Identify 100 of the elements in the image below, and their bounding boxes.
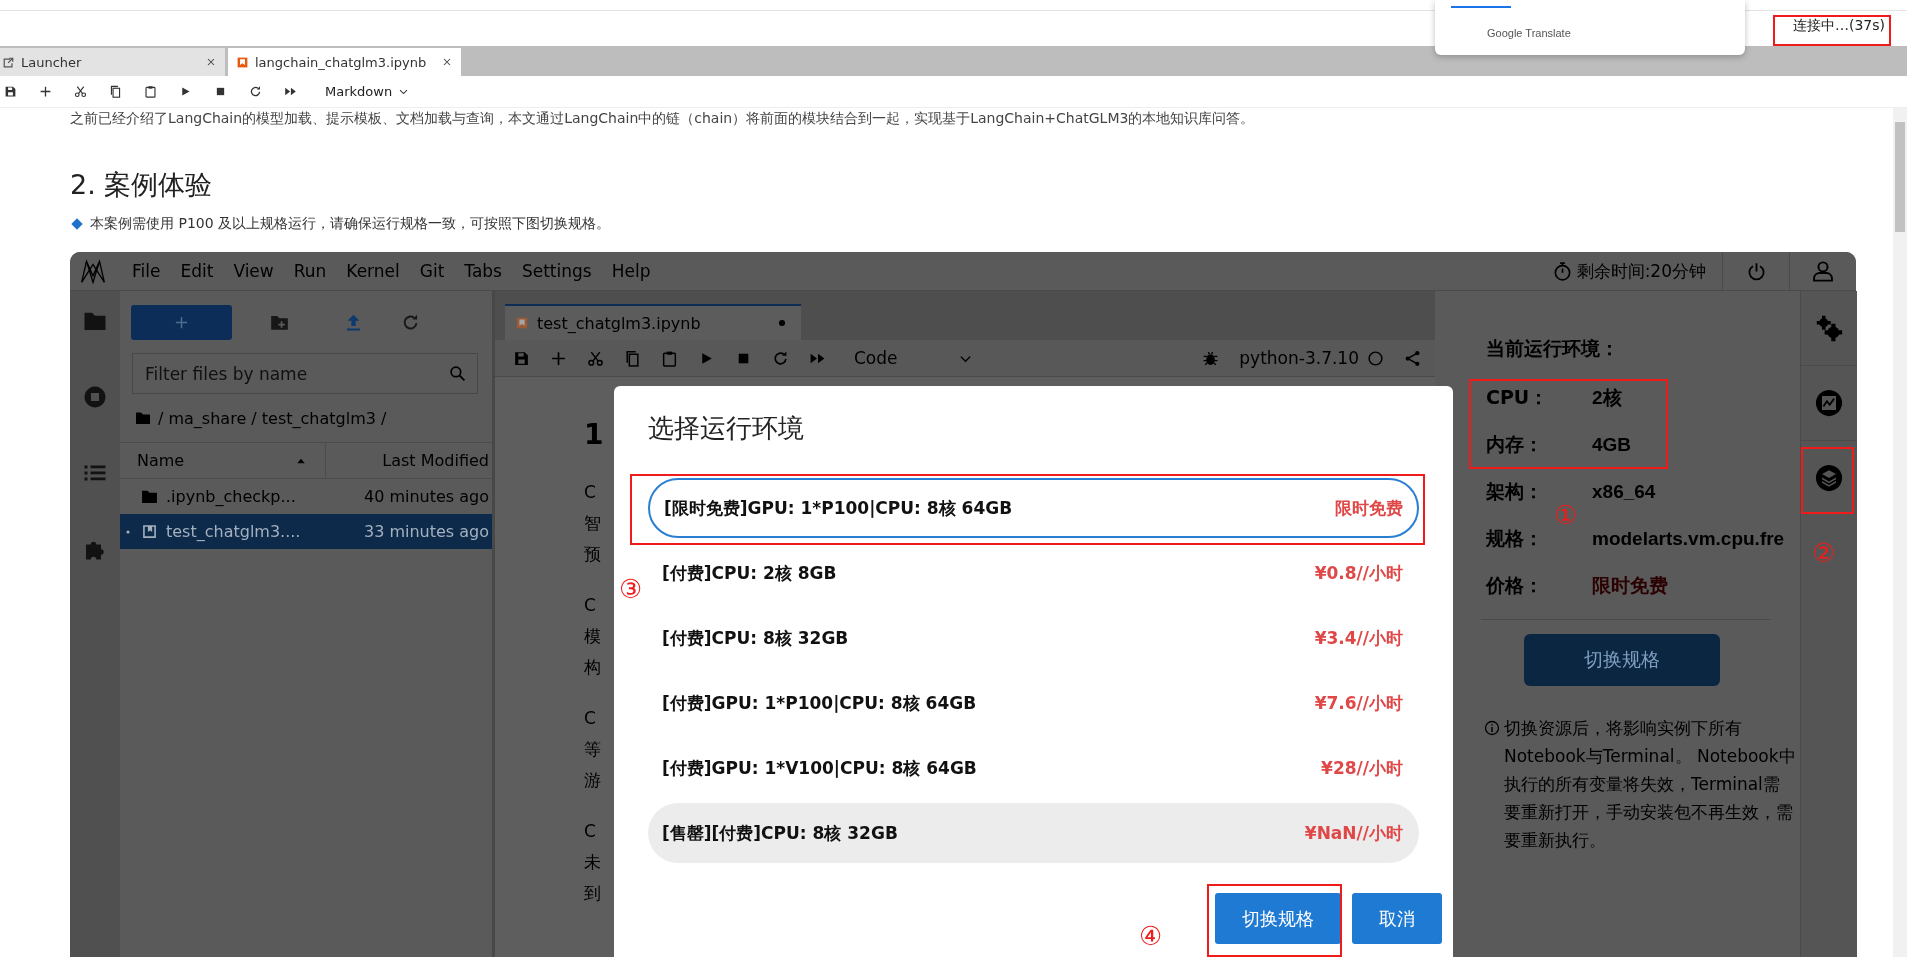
layers-icon[interactable] (1815, 464, 1843, 492)
text-fragment: 到 (584, 882, 601, 905)
text-fragment: C (584, 707, 596, 730)
tab[interactable]: langchain_chatglm3.ipynb (228, 48, 461, 76)
option-row[interactable]: [付费]CPU: 2核 8GB ¥0.8//小时 (648, 543, 1419, 603)
file-name: .ipynb_checkp... (166, 487, 297, 506)
annotation-frame (1801, 447, 1854, 514)
cell-type-dropdown[interactable]: Markdown (325, 84, 410, 99)
scrollbar[interactable] (1893, 108, 1907, 957)
field-label: 价格： (1486, 572, 1544, 598)
option-name: [付费]GPU: 1*V100|CPU: 8核 64GB (662, 756, 977, 780)
annotation-number: ② (1812, 538, 1836, 568)
user-icon[interactable] (1812, 260, 1834, 282)
field-value: 4GB (1592, 433, 1632, 456)
option-price: 限时免费 (1335, 496, 1403, 520)
kernel-name[interactable]: python-3.7.10 (1239, 348, 1359, 368)
notebook-tab[interactable]: test_chatglm3.ipynb (505, 304, 801, 340)
plus-icon (174, 314, 189, 330)
field-label: CPU： (1486, 384, 1550, 410)
switch-spec-button[interactable]: 切换规格 (1524, 634, 1720, 686)
paste-icon[interactable] (144, 85, 157, 98)
info-icon (1484, 720, 1500, 736)
option-price: ¥3.4//小时 (1314, 626, 1403, 650)
notebook-icon (141, 523, 158, 540)
text-fragment: 等 (584, 738, 601, 761)
upload-icon[interactable] (344, 312, 363, 332)
dialog-title: 选择运行环境 (648, 412, 805, 444)
text-fragment: C (584, 594, 596, 617)
filter-field[interactable]: Filter files by name (132, 353, 478, 394)
new-file-button[interactable] (131, 304, 232, 340)
section-heading: 2. 案例体验 (70, 168, 214, 202)
launcher-icon (2, 55, 15, 69)
option-row[interactable]: [限时免费]GPU: 1*P100|CPU: 8核 64GB 限时免费 (648, 478, 1419, 538)
gears-icon[interactable] (1815, 314, 1843, 342)
text-fragment: C (584, 820, 596, 843)
refresh-icon[interactable] (249, 85, 262, 98)
plus-icon[interactable] (39, 85, 52, 98)
folder-icon (141, 488, 158, 505)
remaining-time: 剩余时间:20分钟 (1576, 259, 1706, 283)
chart-icon[interactable] (1815, 389, 1843, 417)
file-modified: 33 minutes ago (363, 522, 490, 541)
search-icon (449, 365, 466, 382)
menu-item[interactable]: Settings (511, 252, 602, 290)
paragraph: 之前已经介绍了LangChain的模型加载、提示模板、文档加载与查询，本文通过LangChain中的链（chain）将前面的模块结合到一起，实现基于LangChain+ChatGLM3的本地知识库问答。 (70, 109, 1256, 127)
folder-icon[interactable] (135, 410, 151, 426)
close-icon[interactable] (205, 56, 217, 68)
scrollbar-thumb[interactable] (1895, 122, 1905, 232)
file-name: test_chatglm3.... (166, 522, 302, 541)
field-label: 内存： (1486, 431, 1544, 457)
note-text: 本案例需使用 P100 及以上规格运行，请确保运行规格一致，可按照下图切换规格。 (90, 215, 611, 233)
text-fragment: 智 (584, 512, 601, 535)
text-fragment: 未 (584, 851, 601, 874)
bug-icon[interactable] (1202, 349, 1220, 367)
translate-label: Google Translate (1487, 27, 1571, 39)
option-price: ¥28//小时 (1321, 756, 1403, 780)
annotation-number: ① (1554, 500, 1578, 530)
menu-item[interactable]: Edit (170, 252, 224, 290)
play-icon[interactable] (179, 85, 192, 98)
menu-item[interactable]: Kernel (336, 252, 410, 290)
cancel-button[interactable]: 取消 (1352, 893, 1442, 944)
menu-item[interactable]: File (122, 252, 171, 290)
save-icon[interactable] (4, 85, 17, 98)
breadcrumb-path[interactable]: / ma_share / test_chatglm3 / (158, 408, 387, 428)
option-row[interactable]: [付费]GPU: 1*V100|CPU: 8核 64GB ¥28//小时 (648, 738, 1419, 798)
confirm-button[interactable]: 切换规格 (1215, 893, 1341, 944)
option-row[interactable]: [付费]GPU: 1*P100|CPU: 8核 64GB ¥7.6//小时 (648, 673, 1419, 733)
menu-item[interactable]: Run (283, 252, 337, 290)
option-row[interactable]: [付费]CPU: 8核 32GB ¥3.4//小时 (648, 608, 1419, 668)
file-row[interactable]: .ipynb_checkp... 40 minutes ago (120, 479, 492, 514)
option-price: ¥0.8//小时 (1314, 561, 1403, 585)
power-icon[interactable] (1746, 261, 1766, 281)
scissors-icon[interactable] (74, 85, 87, 98)
field-value: 限时免费 (1592, 573, 1668, 598)
copy-icon[interactable] (109, 85, 122, 98)
cell-type-dropdown[interactable]: Code (854, 348, 973, 368)
menu-item[interactable]: Help (601, 252, 661, 290)
text-fragment: 构 (584, 656, 601, 679)
option-name: [售罄][付费]CPU: 8核 32GB (662, 821, 898, 845)
stop-icon[interactable] (214, 85, 227, 98)
connection-status: 连接中…(37s) (1792, 17, 1885, 35)
text-fragment: 模 (584, 625, 601, 648)
share-icon[interactable] (1404, 349, 1421, 367)
annotation-number: ④ (1139, 921, 1163, 951)
option-name: [付费]CPU: 8核 32GB (662, 626, 849, 650)
tab-indicator (1451, 6, 1511, 8)
stopwatch-icon (1552, 261, 1572, 281)
column-header[interactable]: Last Modified (326, 443, 492, 478)
tab[interactable]: Launcher (0, 48, 225, 76)
file-row[interactable]: test_chatglm3.... 33 minutes ago (120, 514, 492, 549)
text-fragment: 预 (584, 543, 601, 566)
fast-forward-icon[interactable] (284, 85, 297, 98)
menu-item[interactable]: View (223, 252, 284, 290)
column-header[interactable]: Name (137, 451, 185, 470)
menu-item[interactable]: Tabs (454, 252, 512, 290)
option-name: [付费]GPU: 1*P100|CPU: 8核 64GB (662, 691, 977, 715)
field-value: 2核 (1592, 385, 1622, 410)
close-icon[interactable] (441, 56, 453, 68)
menu-item[interactable]: Git (409, 252, 455, 290)
field-value: x86_64 (1592, 480, 1656, 503)
notebook-heading: 1 (584, 417, 604, 453)
